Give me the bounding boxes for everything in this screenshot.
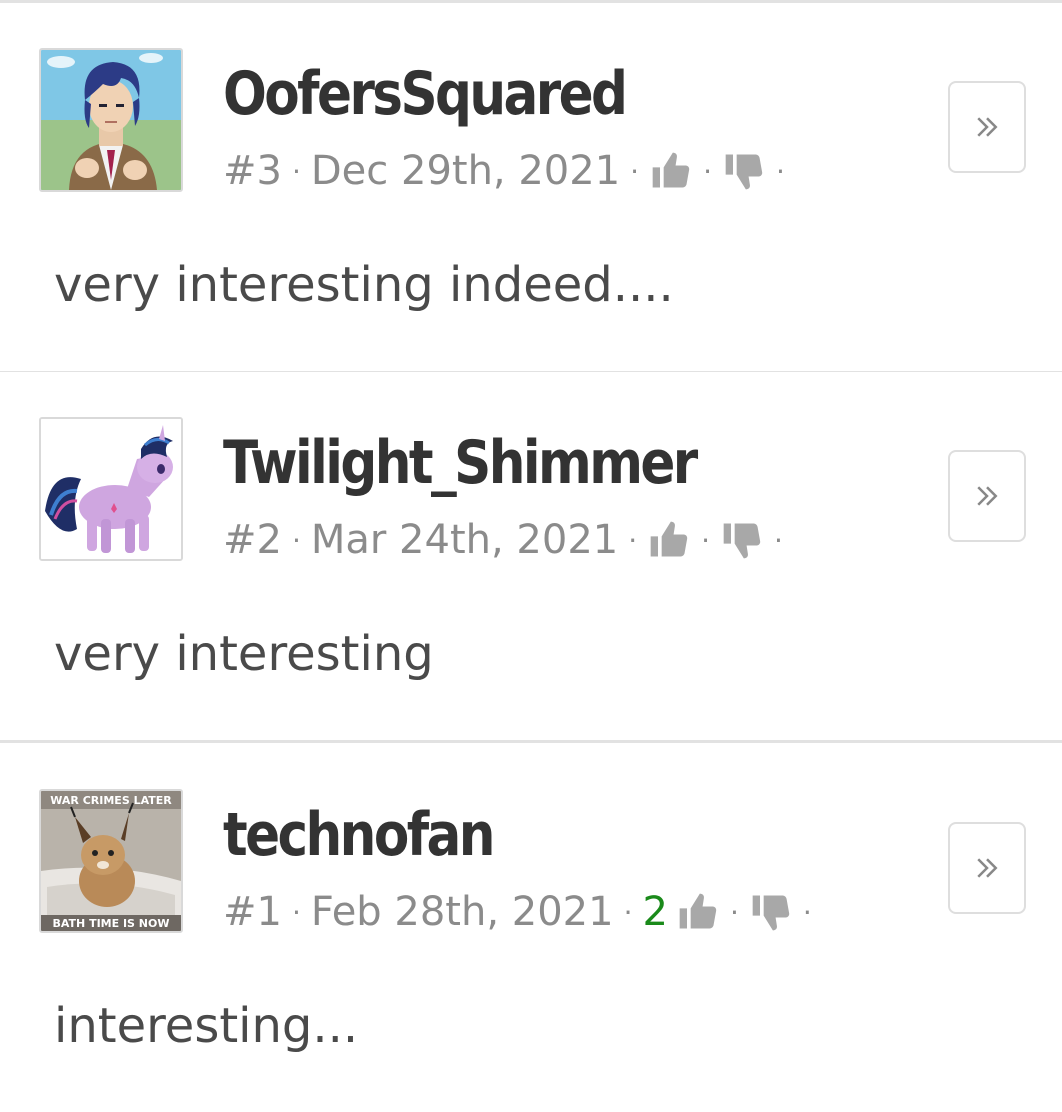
comment-meta: #1 · Feb 28th, 2021 · 2 · ·	[223, 886, 822, 938]
expand-comment-button[interactable]	[948, 822, 1026, 914]
avatar[interactable]	[39, 417, 183, 561]
thumbs-up-icon[interactable]	[676, 890, 720, 934]
comment-item: Twilight_Shimmer #2 · Mar 24th, 2021 · ·…	[0, 372, 1062, 743]
separator: ·	[623, 895, 633, 929]
comment-number[interactable]: #2	[223, 517, 282, 563]
avatar-caption-top: WAR CRIMES LATER	[50, 794, 172, 807]
comment-date: Dec 29th, 2021	[310, 148, 621, 194]
separator: ·	[703, 154, 712, 188]
thumbs-up-icon[interactable]	[647, 518, 691, 562]
username[interactable]: technofan	[223, 792, 496, 878]
comment-meta: #2 · Mar 24th, 2021 · · ·	[223, 514, 793, 566]
thumbs-down-icon[interactable]	[749, 890, 793, 934]
comment-date: Feb 28th, 2021	[310, 889, 614, 935]
thumbs-up-icon[interactable]	[649, 149, 693, 193]
separator: ·	[802, 895, 812, 929]
comment-number[interactable]: #3	[223, 148, 282, 194]
double-chevron-right-icon	[977, 486, 998, 506]
comment-body: interesting...	[54, 998, 359, 1054]
comment-body: very interesting	[54, 626, 434, 682]
username[interactable]: Twilight_Shimmer	[223, 420, 698, 506]
avatar[interactable]	[39, 48, 183, 192]
comment-item: WAR CRIMES LATER BATH TIME IS NOW techno…	[0, 744, 1062, 1112]
separator: ·	[291, 523, 301, 557]
anime-character-avatar-icon	[41, 50, 181, 190]
caracal-meme-avatar-icon: WAR CRIMES LATER BATH TIME IS NOW	[41, 791, 181, 931]
separator: ·	[701, 523, 711, 557]
double-chevron-right-icon	[977, 117, 998, 137]
separator: ·	[628, 523, 638, 557]
comment-body: very interesting indeed....	[54, 257, 674, 313]
separator: ·	[774, 523, 783, 557]
separator: ·	[630, 154, 640, 188]
thumbs-down-icon[interactable]	[722, 149, 766, 193]
vote-score: 2	[642, 889, 668, 935]
expand-comment-button[interactable]	[948, 81, 1026, 173]
avatar[interactable]: WAR CRIMES LATER BATH TIME IS NOW	[39, 789, 183, 933]
thumbs-down-icon[interactable]	[720, 518, 764, 562]
comment-number[interactable]: #1	[223, 889, 282, 935]
double-chevron-right-icon	[977, 858, 998, 878]
pony-avatar-icon	[41, 419, 181, 559]
avatar-caption-bottom: BATH TIME IS NOW	[52, 917, 169, 930]
expand-comment-button[interactable]	[948, 450, 1026, 542]
comment-meta: #3 · Dec 29th, 2021 · · ·	[223, 145, 795, 197]
separator: ·	[291, 895, 301, 929]
separator: ·	[291, 154, 301, 188]
separator: ·	[775, 154, 785, 188]
comment-item: OofersSquared #3 · Dec 29th, 2021 · · · …	[0, 3, 1062, 374]
separator: ·	[729, 895, 739, 929]
username[interactable]: OofersSquared	[223, 51, 628, 137]
comment-date: Mar 24th, 2021	[310, 517, 619, 563]
